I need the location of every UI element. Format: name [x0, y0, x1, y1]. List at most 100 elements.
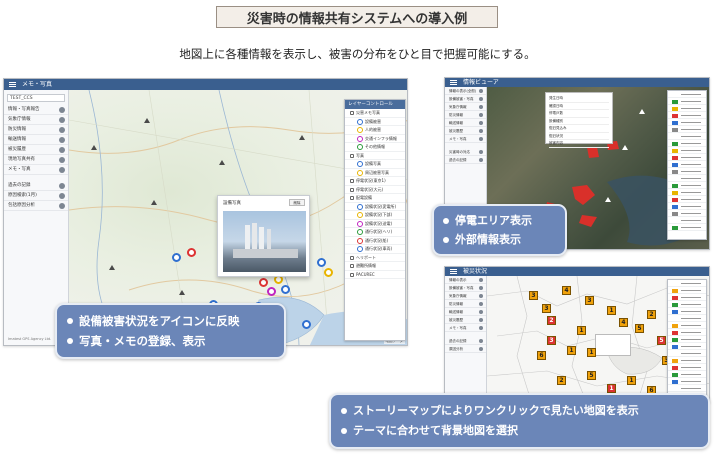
sidebar-item[interactable]: 輸送情報: [4, 135, 68, 145]
sidebar-item[interactable]: 被災履歴: [445, 316, 486, 324]
legend-row[interactable]: [668, 147, 706, 154]
legend-row[interactable]: [668, 378, 706, 385]
sidebar-item[interactable]: 過去の記録: [445, 156, 486, 164]
sidebar-item[interactable]: 気象庁情報: [4, 115, 68, 125]
checkbox-icon[interactable]: [350, 111, 354, 115]
chevron-right-icon[interactable]: [479, 294, 483, 298]
layer-symbol-icon[interactable]: [357, 220, 363, 227]
legend-row[interactable]: [668, 287, 706, 294]
sidebar-item[interactable]: メモ・写真: [445, 324, 486, 332]
layer-item[interactable]: 通行状況(船): [345, 237, 405, 245]
damage-count-badge[interactable]: 2: [557, 376, 566, 385]
sidebar-item[interactable]: 過去の記録: [445, 337, 486, 345]
layer-item[interactable]: 設備写真: [345, 160, 405, 169]
damage-count-badge[interactable]: 1: [627, 376, 636, 385]
chevron-right-icon[interactable]: [59, 147, 65, 153]
chevron-right-icon[interactable]: [479, 310, 483, 314]
damage-count-badge[interactable]: 5: [635, 324, 644, 333]
damage-count-badge[interactable]: 3: [585, 296, 594, 305]
chevron-right-icon[interactable]: [479, 137, 483, 141]
sidebar-item[interactable]: 原因検索(1月): [4, 191, 68, 201]
chevron-right-icon[interactable]: [59, 107, 65, 113]
layer-item[interactable]: 設備状況(下部): [345, 211, 405, 220]
legend-row[interactable]: [668, 217, 706, 224]
chevron-right-icon[interactable]: [479, 89, 483, 93]
legend-row[interactable]: [668, 98, 706, 105]
layer-item[interactable]: 設備状況(送電): [345, 220, 405, 228]
checkbox-icon[interactable]: [350, 153, 354, 158]
legend-row[interactable]: [668, 196, 706, 203]
layer-item[interactable]: その他情報: [345, 143, 405, 152]
legend-row[interactable]: [668, 91, 706, 98]
legend-row[interactable]: [668, 182, 706, 189]
layer-symbol-icon[interactable]: [357, 161, 363, 167]
legend-row[interactable]: [668, 189, 706, 196]
chevron-right-icon[interactable]: [59, 167, 65, 173]
damage-count-badge[interactable]: 1: [607, 384, 616, 393]
sidebar-item[interactable]: 設備被害・写真: [445, 284, 486, 292]
legend-row[interactable]: [668, 322, 706, 329]
sidebar-item[interactable]: 過去の記録: [4, 181, 68, 191]
legend-row[interactable]: [668, 371, 706, 378]
legend-row[interactable]: [668, 385, 706, 392]
layer-item[interactable]: 停電状況(東京1): [345, 177, 405, 186]
chevron-right-icon[interactable]: [479, 158, 483, 162]
damage-count-badge[interactable]: 3: [547, 336, 556, 345]
layer-item[interactable]: 配電設備: [345, 194, 405, 203]
layer-symbol-icon[interactable]: [357, 203, 363, 210]
chevron-right-icon[interactable]: [479, 286, 483, 290]
layer-symbol-icon[interactable]: [357, 135, 363, 142]
layer-symbol-icon[interactable]: [357, 246, 363, 252]
legend-row[interactable]: [668, 105, 706, 112]
sidebar-item[interactable]: 情報の表示(全般): [445, 87, 486, 95]
menu-icon[interactable]: [450, 80, 457, 85]
sidebar-item[interactable]: 防災情報: [445, 300, 486, 308]
legend-row[interactable]: [668, 336, 706, 343]
legend-row[interactable]: [668, 154, 706, 161]
chevron-right-icon[interactable]: [479, 113, 483, 117]
damage-count-badge[interactable]: 3: [529, 291, 538, 300]
layer-item[interactable]: 人的被害: [345, 126, 405, 135]
layer-symbol-icon[interactable]: [357, 118, 363, 125]
chevron-right-icon[interactable]: [59, 137, 65, 143]
menu-icon[interactable]: [9, 82, 16, 87]
legend-row[interactable]: [668, 343, 706, 350]
facility-damage-marker[interactable]: [259, 278, 268, 287]
sidebar-item[interactable]: 包括原因分析: [4, 201, 68, 211]
checkbox-icon[interactable]: [350, 196, 354, 200]
legend-row[interactable]: [668, 308, 706, 315]
chevron-right-icon[interactable]: [59, 117, 65, 123]
damage-count-badge[interactable]: 2: [547, 316, 556, 325]
damage-count-badge[interactable]: 1: [587, 348, 596, 357]
layer-item[interactable]: 通行状況(ヘリ): [345, 228, 405, 237]
legend-row[interactable]: [668, 133, 706, 140]
sidebar-item[interactable]: 設備被害・写真: [445, 95, 486, 103]
chevron-right-icon[interactable]: [479, 347, 483, 351]
damage-count-badge[interactable]: 5: [657, 336, 666, 345]
layer-item[interactable]: 災害メモ写真: [345, 109, 405, 118]
layer-item[interactable]: 設備状況(変電所): [345, 203, 405, 211]
photo-popup-delete-button[interactable]: 削除: [289, 199, 305, 206]
chevron-right-icon[interactable]: [479, 129, 483, 133]
facility-damage-marker[interactable]: [172, 253, 181, 262]
damage-count-badge[interactable]: 4: [562, 286, 571, 295]
chevron-right-icon[interactable]: [479, 97, 483, 101]
layer-item[interactable]: 設備被害: [345, 118, 405, 126]
layer-symbol-icon[interactable]: [357, 212, 363, 218]
checkbox-icon[interactable]: [350, 255, 354, 260]
layer-symbol-icon[interactable]: [357, 169, 363, 176]
legend-row[interactable]: [668, 315, 706, 322]
facility-damage-marker[interactable]: [187, 248, 196, 257]
sidebar-item[interactable]: 現地写真共有: [4, 155, 68, 165]
sidebar-item[interactable]: メモ・写真: [445, 135, 486, 143]
chevron-right-icon[interactable]: [479, 326, 483, 330]
chevron-right-icon[interactable]: [479, 121, 483, 125]
sidebar-item[interactable]: 輸送情報: [445, 308, 486, 316]
layer-symbol-icon[interactable]: [357, 127, 363, 133]
sidebar-item[interactable]: 防災情報: [4, 125, 68, 135]
menu-icon[interactable]: [450, 269, 457, 274]
layer-item[interactable]: 停電状況(大元): [345, 186, 405, 194]
sidebar-item[interactable]: 輸送情報: [445, 119, 486, 127]
sidebar-item[interactable]: メモ・写真: [4, 165, 68, 175]
chevron-right-icon[interactable]: [59, 203, 65, 209]
